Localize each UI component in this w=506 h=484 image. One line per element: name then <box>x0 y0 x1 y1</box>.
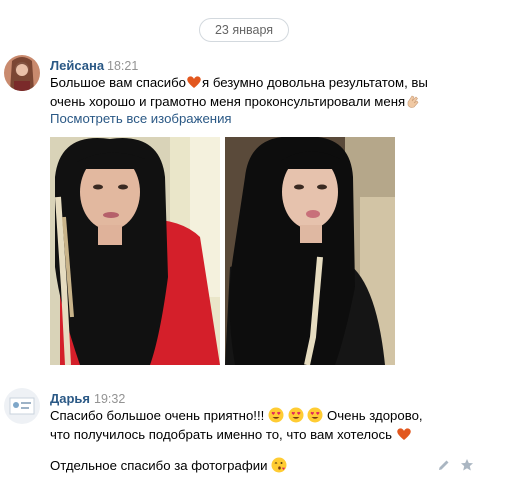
pencil-icon[interactable] <box>437 458 451 472</box>
message-text: Большое вам спасибо <box>50 75 187 90</box>
clapping-hands-icon <box>407 95 419 108</box>
message-text-line: Отдельное спасибо за фотографии <box>50 456 287 475</box>
heart-eyes-icon <box>268 407 284 423</box>
author-name[interactable]: Лейсана <box>50 58 104 73</box>
message-text: Отдельное спасибо за фотографии <box>50 458 268 473</box>
message-text-line: Спасибо большое очень приятно!!! Очень з… <box>50 406 423 425</box>
orange-heart-icon <box>187 76 201 88</box>
date-separator: 23 января <box>199 18 289 42</box>
message-time[interactable]: 18:21 <box>107 59 138 73</box>
star-icon[interactable] <box>460 458 474 472</box>
photo-red-sweater[interactable] <box>50 137 220 365</box>
photo-black-blouse[interactable] <box>225 137 395 365</box>
message-text-line: Большое вам спасибо я безумно довольна ре… <box>50 73 428 92</box>
message-time[interactable]: 19:32 <box>94 392 125 406</box>
message-text-line: очень хорошо и грамотно меня проконсульт… <box>50 92 421 111</box>
message-text: что получилось подобрать именно то, что … <box>50 427 392 442</box>
message-text: Очень здорово, <box>326 408 423 423</box>
heart-eyes-icon <box>288 407 304 423</box>
message-text: очень хорошо и грамотно меня проконсульт… <box>50 94 406 109</box>
avatar-darya[interactable] <box>4 388 40 424</box>
face-blowing-kiss-icon <box>271 457 287 473</box>
message-text: я безумно довольна результатом, вы <box>202 75 428 90</box>
author-name[interactable]: Дарья <box>50 391 90 406</box>
heart-eyes-icon <box>307 407 323 423</box>
orange-heart-icon <box>396 428 411 440</box>
message-text-line: что получилось подобрать именно то, что … <box>50 425 412 444</box>
avatar-leysana[interactable] <box>4 55 40 91</box>
message-text: Спасибо большое очень приятно!!! <box>50 408 265 423</box>
view-all-images-link[interactable]: Посмотреть все изображения <box>50 111 232 126</box>
